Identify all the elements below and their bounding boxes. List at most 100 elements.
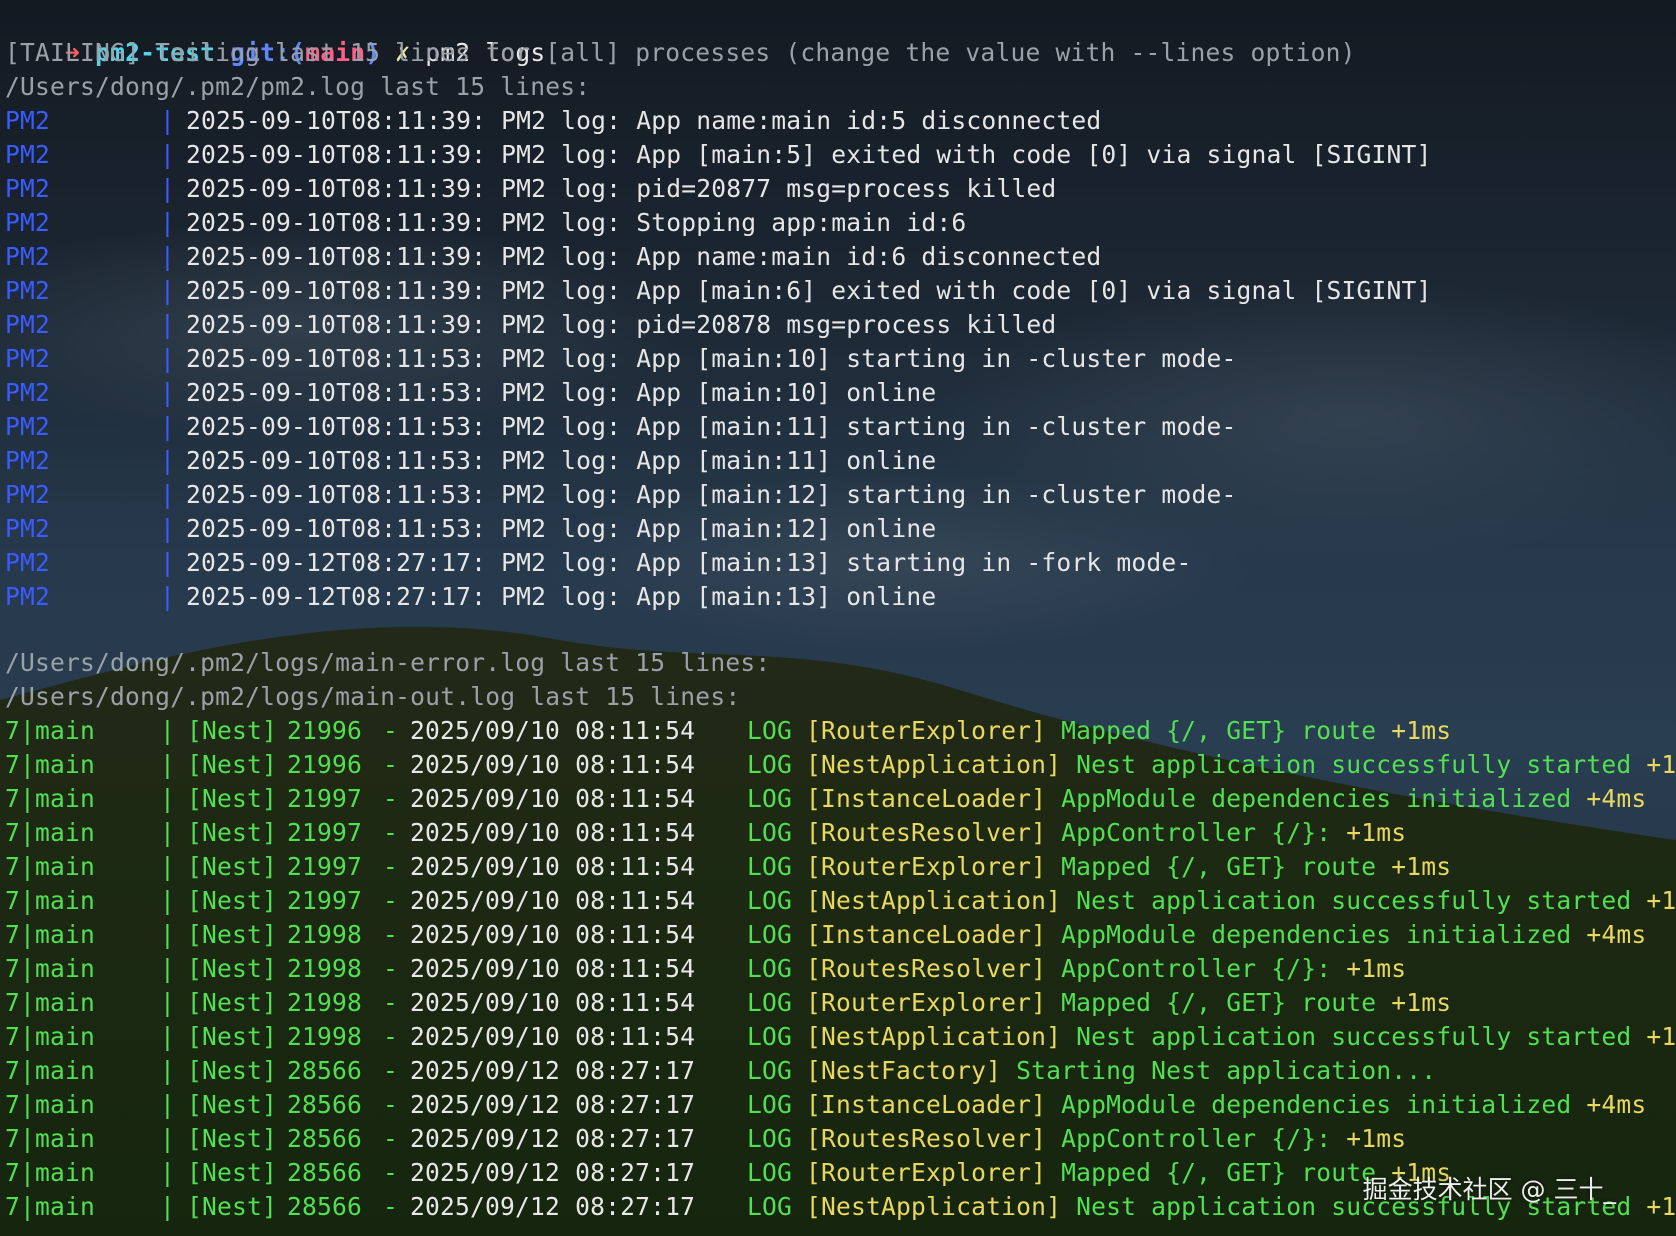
app-name: 7|main — [5, 1158, 96, 1187]
log-timestamp: 2025/09/10 08:11:54 — [410, 784, 696, 813]
log-source: PM2 — [5, 582, 51, 611]
log-separator: | — [160, 208, 176, 237]
log-timestamp: 2025/09/10 08:11:54 — [410, 954, 696, 983]
app-log-line: 7|main | [Nest] 21997-2025/09/10 08:11:54 LO… — [5, 782, 1665, 816]
app-log-line: 7|main | [Nest] 28566-2025/09/12 08:27:17 LO… — [5, 1088, 1665, 1122]
terminal-window[interactable]: ➜ pm2-test git:(main) ✗ pm2 logs [TAILIN… — [0, 0, 1676, 1236]
log-level: LOG — [747, 954, 793, 983]
log-timestamp: 2025/09/10 08:11:54 — [410, 886, 696, 915]
log-separator: | — [160, 818, 176, 847]
nest-tag: [Nest] — [187, 750, 278, 779]
log-message: Mapped {/, GET} route — [1061, 988, 1377, 1017]
pm2-log-line: PM2 | 2025-09-10T08:11:39: PM2 log: App [m… — [5, 274, 1665, 308]
log-context-group: [InstanceLoader] AppModule dependencies … — [806, 1088, 1646, 1122]
log-context: [RouterExplorer] — [806, 716, 1047, 745]
log-context: [NestApplication] — [806, 1022, 1062, 1051]
log-context: [NestApplication] — [806, 886, 1062, 915]
pm2-log-line: PM2 | 2025-09-10T08:11:39: PM2 log: Stoppi… — [5, 206, 1665, 240]
log-context: [InstanceLoader] — [806, 784, 1047, 813]
nest-tag: [Nest] — [187, 1192, 278, 1221]
log-timestamp: 2025/09/12 08:27:17 — [410, 1056, 696, 1085]
nest-tag: [Nest] — [187, 784, 278, 813]
log-dash: - — [383, 818, 399, 847]
log-source: PM2 — [5, 548, 51, 577]
log-duration: +1ms — [1391, 852, 1452, 881]
log-message: AppModule dependencies initialized — [1061, 920, 1572, 949]
log-context-group: [RouterExplorer] Mapped {/, GET} route +… — [806, 714, 1451, 748]
log-level: LOG — [747, 818, 793, 847]
log-level: LOG — [747, 920, 793, 949]
log-message: AppController {/}: — [1061, 1124, 1332, 1153]
log-duration: +1ms — [1646, 1192, 1676, 1221]
log-level: LOG — [747, 886, 793, 915]
log-message: Nest application successfully started — [1076, 1022, 1632, 1051]
log-source: PM2 — [5, 412, 51, 441]
log-message: Mapped {/, GET} route — [1061, 716, 1377, 745]
log-message: AppModule dependencies initialized — [1061, 1090, 1572, 1119]
log-context-group: [NestApplication] Nest application succe… — [806, 1020, 1676, 1054]
log-dash: - — [383, 750, 399, 779]
nest-tag: [Nest] — [187, 988, 278, 1017]
app-log-line: 7|main | [Nest] 21998-2025/09/10 08:11:54 LO… — [5, 952, 1665, 986]
pm2-log-line: PM2 | 2025-09-10T08:11:39: PM2 log: App na… — [5, 104, 1665, 138]
process-id: 28566 — [287, 1090, 363, 1119]
log-level: LOG — [747, 1056, 793, 1085]
log-source: PM2 — [5, 276, 51, 305]
log-separator: | — [160, 378, 176, 407]
log-dash: - — [383, 1124, 399, 1153]
log-message: 2025-09-10T08:11:53: PM2 log: App [main:… — [186, 378, 937, 407]
log-context: [NestFactory] — [806, 1056, 1002, 1085]
log-duration: +1ms — [1646, 750, 1676, 779]
log-message: 2025-09-10T08:11:39: PM2 log: App name:m… — [186, 106, 1102, 135]
log-message: Nest application successfully started — [1076, 750, 1632, 779]
nest-tag: [Nest] — [187, 818, 278, 847]
tailing-notice: [TAILING] Tailing last 15 lines for [all… — [5, 38, 1356, 67]
app-name: 7|main — [5, 784, 96, 813]
app-name: 7|main — [5, 750, 96, 779]
log-message: 2025-09-10T08:11:39: PM2 log: pid=20878 … — [186, 310, 1057, 339]
app-log-line: 7|main | [Nest] 28566-2025/09/12 08:27:17 LO… — [5, 1122, 1665, 1156]
log-source: PM2 — [5, 310, 51, 339]
nest-tag: [Nest] — [187, 716, 278, 745]
app-log-line: 7|main | [Nest] 21997-2025/09/10 08:11:54 LO… — [5, 816, 1665, 850]
log-message: 2025-09-10T08:11:53: PM2 log: App [main:… — [186, 446, 937, 475]
log-message: 2025-09-10T08:11:53: PM2 log: App [main:… — [186, 412, 1237, 441]
log-level: LOG — [747, 1090, 793, 1119]
process-id: 21998 — [287, 1022, 363, 1051]
log-message: 2025-09-12T08:27:17: PM2 log: App [main:… — [186, 548, 1192, 577]
log-context-group: [InstanceLoader] AppModule dependencies … — [806, 918, 1646, 952]
shell-prompt: ➜ pm2-test git:(main) ✗ pm2 logs — [5, 2, 545, 67]
log-message: 2025-09-10T08:11:39: PM2 log: Stopping a… — [186, 208, 967, 237]
log-duration: +4ms — [1586, 920, 1647, 949]
pm2-log-line: PM2 | 2025-09-10T08:11:53: PM2 log: App [m… — [5, 512, 1665, 546]
process-id: 28566 — [287, 1192, 363, 1221]
log-separator: | — [160, 548, 176, 577]
log-separator: | — [160, 920, 176, 949]
process-id: 21996 — [287, 716, 363, 745]
log-timestamp: 2025/09/10 08:11:54 — [410, 988, 696, 1017]
process-id: 21998 — [287, 920, 363, 949]
app-log-line: 7|main | [Nest] 21997-2025/09/10 08:11:54 LO… — [5, 850, 1665, 884]
log-message: 2025-09-10T08:11:39: PM2 log: App [main:… — [186, 276, 1432, 305]
log-level: LOG — [747, 988, 793, 1017]
pm2-log-line: PM2 | 2025-09-10T08:11:53: PM2 log: App [m… — [5, 342, 1665, 376]
pm2-log-line: PM2 | 2025-09-10T08:11:39: PM2 log: pid=20… — [5, 172, 1665, 206]
log-context: [RouterExplorer] — [806, 852, 1047, 881]
app-name: 7|main — [5, 954, 96, 983]
log-message: Nest application successfully started — [1076, 886, 1632, 915]
log-duration: +1ms — [1346, 954, 1407, 983]
app-log-line: 7|main | [Nest] 21998-2025/09/10 08:11:54 LO… — [5, 986, 1665, 1020]
app-name: 7|main — [5, 818, 96, 847]
nest-tag: [Nest] — [187, 1090, 278, 1119]
app-name: 7|main — [5, 1090, 96, 1119]
log-dash: - — [383, 1056, 399, 1085]
log-timestamp: 2025/09/10 08:11:54 — [410, 750, 696, 779]
log-dash: - — [383, 920, 399, 949]
log-dash: - — [383, 1090, 399, 1119]
app-name: 7|main — [5, 1022, 96, 1051]
log-level: LOG — [747, 1124, 793, 1153]
log-source: PM2 — [5, 446, 51, 475]
log-duration: +1ms — [1346, 818, 1407, 847]
log-timestamp: 2025/09/10 08:11:54 — [410, 1022, 696, 1051]
app-log-line: 7|main | [Nest] 21998-2025/09/10 08:11:54 LO… — [5, 1020, 1676, 1054]
